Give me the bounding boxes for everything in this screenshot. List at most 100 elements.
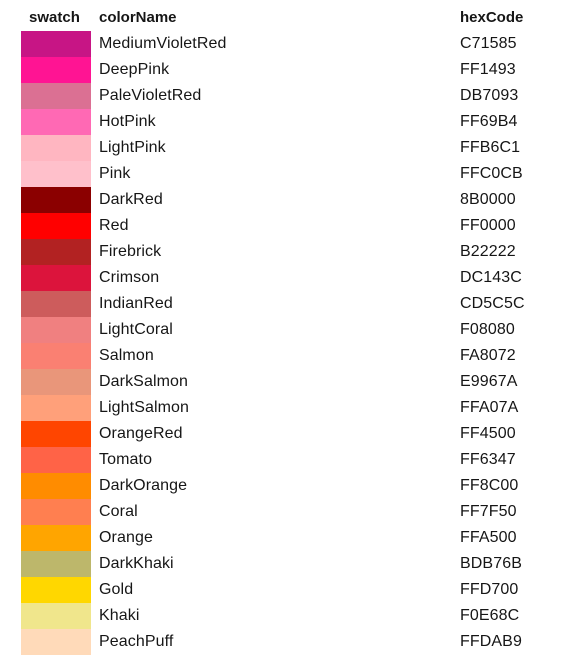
hex-code-cell: 8B0000 — [460, 191, 516, 208]
color-name-cell: IndianRed — [99, 295, 173, 312]
hex-code-cell: DC143C — [460, 269, 522, 286]
table-row: Red FF0000 — [0, 213, 569, 239]
hex-code-cell: FF4500 — [460, 425, 516, 442]
color-name-cell: DarkKhaki — [99, 555, 174, 572]
color-swatch — [21, 57, 91, 83]
color-name-cell: LightSalmon — [99, 399, 190, 416]
color-name-cell: DarkRed — [99, 191, 163, 208]
color-swatch — [21, 291, 91, 317]
table-row: PeachPuff FFDAB9 — [0, 629, 569, 655]
column-header-hex-code: hexCode — [460, 9, 524, 26]
color-swatch — [21, 161, 91, 187]
color-swatch — [21, 343, 91, 369]
color-swatch — [21, 499, 91, 525]
table-row: DarkSalmon E9967A — [0, 369, 569, 395]
color-swatch — [21, 213, 91, 239]
color-swatch — [21, 135, 91, 161]
column-header-color-name: colorName — [99, 9, 177, 26]
color-name-cell: Coral — [99, 503, 138, 520]
color-swatch — [21, 629, 91, 655]
table-row: MediumVioletRed C71585 — [0, 31, 569, 57]
color-swatch — [21, 239, 91, 265]
hex-code-cell: BDB76B — [460, 555, 522, 572]
hex-code-cell: FF6347 — [460, 451, 516, 468]
table-header: swatch colorName hexCode — [0, 8, 569, 28]
color-swatch — [21, 577, 91, 603]
hex-code-cell: B22222 — [460, 243, 516, 260]
color-name-cell: Crimson — [99, 269, 160, 286]
color-swatch — [21, 109, 91, 135]
table-row: DarkRed 8B0000 — [0, 187, 569, 213]
column-header-swatch: swatch — [29, 9, 80, 26]
hex-code-cell: FA8072 — [460, 347, 516, 364]
color-name-cell: Firebrick — [99, 243, 162, 260]
table-row: Coral FF7F50 — [0, 499, 569, 525]
table-body: MediumVioletRed C71585 DeepPink FF1493 PaleV… — [0, 31, 569, 655]
table-row: OrangeRed FF4500 — [0, 421, 569, 447]
hex-code-cell: C71585 — [460, 35, 517, 52]
color-swatch — [21, 473, 91, 499]
hex-code-cell: FFDAB9 — [460, 633, 522, 650]
table-row: Gold FFD700 — [0, 577, 569, 603]
hex-code-cell: FFD700 — [460, 581, 519, 598]
hex-code-cell: FF69B4 — [460, 113, 518, 130]
color-name-cell: LightPink — [99, 139, 166, 156]
table-row: Salmon FA8072 — [0, 343, 569, 369]
color-name-cell: Gold — [99, 581, 134, 598]
color-swatch — [21, 447, 91, 473]
table-row: Orange FFA500 — [0, 525, 569, 551]
hex-code-cell: CD5C5C — [460, 295, 525, 312]
color-swatch — [21, 525, 91, 551]
color-swatch — [21, 551, 91, 577]
table-row: PaleVioletRed DB7093 — [0, 83, 569, 109]
color-swatch — [21, 421, 91, 447]
color-name-cell: Pink — [99, 165, 131, 182]
hex-code-cell: F0E68C — [460, 607, 520, 624]
table-row: Tomato FF6347 — [0, 447, 569, 473]
color-name-cell: OrangeRed — [99, 425, 183, 442]
color-name-cell: HotPink — [99, 113, 156, 130]
color-name-cell: PaleVioletRed — [99, 87, 202, 104]
table-row: LightPink FFB6C1 — [0, 135, 569, 161]
color-name-cell: Khaki — [99, 607, 140, 624]
color-swatch — [21, 369, 91, 395]
color-name-cell: Red — [99, 217, 129, 234]
hex-code-cell: F08080 — [460, 321, 515, 338]
color-name-cell: PeachPuff — [99, 633, 174, 650]
hex-code-cell: FFC0CB — [460, 165, 523, 182]
hex-code-cell: FF8C00 — [460, 477, 519, 494]
hex-code-cell: FFA500 — [460, 529, 517, 546]
hex-code-cell: DB7093 — [460, 87, 519, 104]
table-row: Khaki F0E68C — [0, 603, 569, 629]
color-name-cell: Orange — [99, 529, 153, 546]
color-swatch — [21, 31, 91, 57]
hex-code-cell: FF7F50 — [460, 503, 517, 520]
table-row: LightCoral F08080 — [0, 317, 569, 343]
color-swatch — [21, 265, 91, 291]
color-swatch — [21, 187, 91, 213]
table-row: Pink FFC0CB — [0, 161, 569, 187]
color-name-cell: Salmon — [99, 347, 154, 364]
color-name-cell: DarkOrange — [99, 477, 188, 494]
hex-code-cell: FF0000 — [460, 217, 516, 234]
color-name-cell: DeepPink — [99, 61, 170, 78]
color-swatch — [21, 395, 91, 421]
hex-code-cell: FF1493 — [460, 61, 516, 78]
color-name-cell: Tomato — [99, 451, 153, 468]
hex-code-cell: FFB6C1 — [460, 139, 521, 156]
color-name-cell: LightCoral — [99, 321, 173, 338]
table-row: Firebrick B22222 — [0, 239, 569, 265]
color-swatch — [21, 317, 91, 343]
color-swatch — [21, 83, 91, 109]
color-swatch — [21, 603, 91, 629]
table-row: Crimson DC143C — [0, 265, 569, 291]
table-row: DeepPink FF1493 — [0, 57, 569, 83]
table-row: LightSalmon FFA07A — [0, 395, 569, 421]
table-row: IndianRed CD5C5C — [0, 291, 569, 317]
hex-code-cell: FFA07A — [460, 399, 519, 416]
table-row: DarkKhaki BDB76B — [0, 551, 569, 577]
table-row: HotPink FF69B4 — [0, 109, 569, 135]
color-name-cell: DarkSalmon — [99, 373, 189, 390]
color-name-cell: MediumVioletRed — [99, 35, 227, 52]
hex-code-cell: E9967A — [460, 373, 518, 390]
